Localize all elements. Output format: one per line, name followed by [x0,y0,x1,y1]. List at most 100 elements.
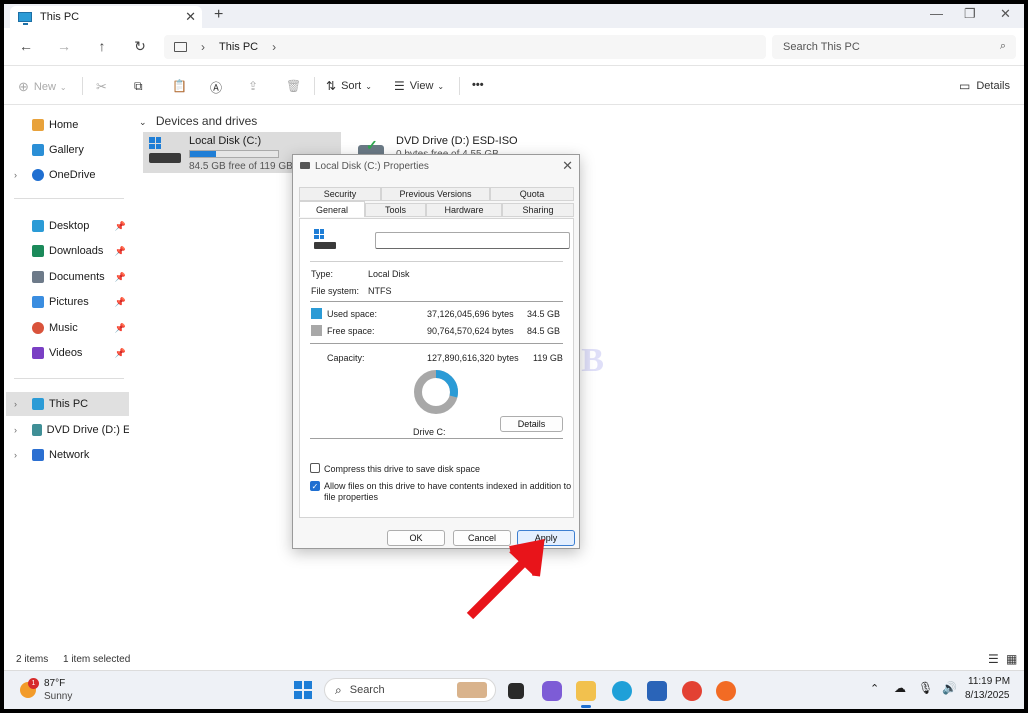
pin-icon[interactable]: 📌 [115,246,126,257]
close-tab-icon[interactable]: ✕ [185,9,196,25]
paste-icon[interactable]: 📋 [172,79,187,93]
store-icon[interactable] [647,681,667,701]
address-bar[interactable]: › This PC › [164,35,766,59]
file-explorer-icon[interactable] [576,681,596,701]
firefox-icon[interactable] [716,681,736,701]
home-icon [32,119,44,131]
up-button[interactable]: ↑ [92,38,112,54]
sidebar-item-network[interactable]: › Network [6,443,129,467]
sidebar-item-home[interactable]: Home [6,113,129,137]
sort-label: Sort [341,80,362,92]
copilot-icon[interactable] [542,681,562,701]
start-button[interactable] [294,681,312,699]
chevron-right-icon[interactable]: › [14,399,17,409]
arrow-shaft [466,558,528,620]
tab-hardware[interactable]: Hardware [426,203,502,217]
cut-icon[interactable]: ✂ [96,79,107,95]
rename-icon[interactable]: Ⓐ [210,79,222,96]
ok-button[interactable]: OK [387,530,445,546]
sidebar-item-onedrive[interactable]: › OneDrive [6,163,129,187]
group-header[interactable]: ⌄ Devices and drives [139,114,257,128]
tab-general[interactable]: General [299,201,365,217]
delete-icon[interactable]: 🗑 [286,79,301,93]
more-options-button[interactable]: ••• [472,79,484,91]
divider [310,261,563,262]
network-icon [32,449,44,461]
sort-button[interactable]: ⇅ Sort ⌄ [326,79,372,93]
index-checkbox[interactable]: ✓ [310,481,320,491]
sidebar-item-downloads[interactable]: Downloads 📌 [6,239,129,263]
taskbar-search[interactable]: ⌕ Search [324,678,496,702]
new-tab-button[interactable]: + [214,6,223,24]
sidebar-item-label: Documents [49,271,105,283]
tab-sharing[interactable]: Sharing [502,203,574,217]
this-pc-icon [18,12,32,25]
copy-icon[interactable]: ⧉ [134,79,143,94]
view-button[interactable]: ☰ View ⌄ [394,79,444,93]
pin-icon[interactable]: 📌 [115,297,126,308]
drive-name-input[interactable] [375,232,570,249]
sidebar-item-dvd-drive[interactable]: › DVD Drive (D:) ESD- [6,418,129,442]
show-hidden-icons[interactable]: ⌃ [870,682,879,695]
minimize-button[interactable]: — [930,6,943,21]
tab-this-pc[interactable]: This PC ✕ [10,6,202,28]
share-icon[interactable]: ⇪ [248,79,258,93]
sidebar-item-desktop[interactable]: Desktop 📌 [6,214,129,238]
sidebar-item-gallery[interactable]: Gallery [6,138,129,162]
tab-security[interactable]: Security [299,187,381,201]
sort-icon: ⇅ [326,79,337,93]
dialog-close-button[interactable]: ✕ [562,158,573,174]
dvd-drive-icon [32,424,42,436]
clock-date[interactable]: 8/13/2025 [965,690,1010,701]
tab-row-back: Security Previous Versions Quota [299,187,574,201]
refresh-button[interactable]: ↻ [130,38,150,55]
file-system-value: NTFS [368,286,392,296]
chevron-right-icon[interactable]: › [14,170,17,180]
compress-label: Compress this drive to save disk space [324,464,481,474]
sidebar-item-label: Videos [49,347,83,359]
maximize-button[interactable]: ❐ [964,6,976,22]
pin-icon[interactable]: 📌 [115,323,126,334]
sidebar-item-videos[interactable]: Videos 📌 [6,341,129,365]
new-button[interactable]: ⊕ New ⌄ [18,79,67,95]
close-window-button[interactable]: ✕ [1000,6,1011,22]
sidebar-item-label: Pictures [49,296,89,308]
chevron-right-icon[interactable]: › [14,425,17,435]
details-view-icon[interactable]: ☰ [988,652,999,666]
compress-checkbox[interactable] [310,463,320,473]
chevron-right-icon[interactable]: › [272,40,276,54]
clock-time[interactable]: 11:19 PM [968,676,1010,687]
tab-quota[interactable]: Quota [490,187,574,201]
forward-button[interactable]: → [54,38,74,54]
view-icon: ☰ [394,79,405,93]
search-input[interactable]: Search This PC ⌕ [772,35,1016,59]
task-view-icon[interactable] [508,683,524,699]
microphone-icon[interactable]: 🎙 [918,681,933,695]
network-status-icon[interactable]: ☁ [894,681,906,695]
breadcrumb-this-pc[interactable]: This PC [219,41,258,53]
monitor-icon [174,42,187,52]
chevron-right-icon[interactable]: › [14,450,17,460]
sidebar-item-pictures[interactable]: Pictures 📌 [6,290,129,314]
tiles-view-icon[interactable]: ▦ [1006,652,1017,666]
pin-icon[interactable]: 📌 [115,272,126,283]
pin-icon[interactable]: 📌 [115,221,126,232]
pin-icon[interactable]: 📌 [115,348,126,359]
capacity-bytes: 127,890,616,320 bytes [427,353,519,363]
general-tab-panel: Type: Local Disk File system: NTFS Used … [299,218,574,518]
back-button[interactable]: ← [16,38,36,54]
index-label-line-2: file properties [324,492,379,502]
pictures-icon [32,296,44,308]
sidebar-item-music[interactable]: Music 📌 [6,316,129,340]
weather-widget[interactable]: 1 87°F Sunny [18,676,98,706]
sidebar-item-this-pc[interactable]: › This PC [6,392,129,416]
chrome-icon[interactable] [682,681,702,701]
sidebar-item-documents[interactable]: Documents 📌 [6,265,129,289]
volume-icon[interactable]: 🔊 [942,681,957,695]
search-highlight-icon [457,682,487,698]
disk-details-button[interactable]: Details [500,416,563,432]
details-pane-button[interactable]: ▭ Details [959,79,1010,93]
edge-icon[interactable] [612,681,632,701]
tab-tools[interactable]: Tools [365,203,426,217]
tab-previous-versions[interactable]: Previous Versions [381,187,490,201]
